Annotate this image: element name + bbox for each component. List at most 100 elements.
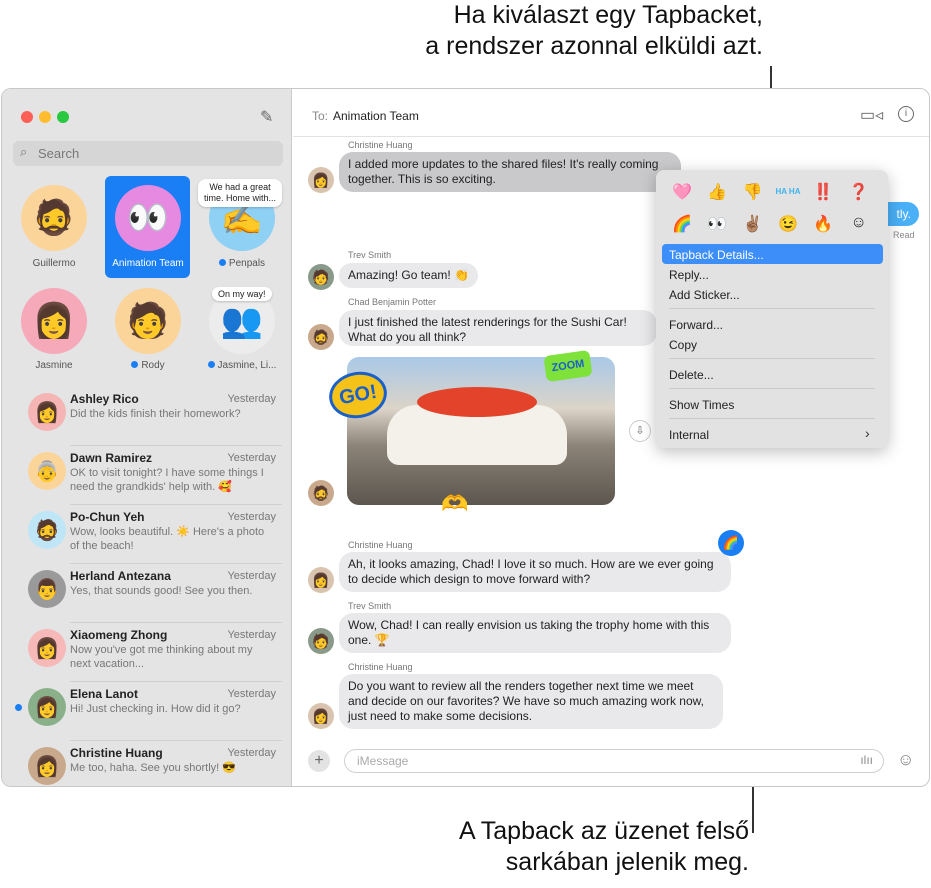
message-preview: Hi! Just checking in. How did it go? [70, 703, 241, 715]
sender-name: Chad Benjamin Potter [348, 297, 437, 307]
tapback-option[interactable]: 🌈 [666, 214, 698, 234]
conversation-row[interactable]: 👩 Ashley Rico Yesterday Did the kids fin… [2, 387, 292, 446]
menu-item-reply[interactable]: Reply... [669, 268, 709, 282]
tapback-option[interactable]: ✌🏽 [737, 214, 769, 234]
timestamp: Yesterday [227, 688, 276, 700]
avatar: 👩 [308, 567, 334, 593]
pinned-label: Animation Team [112, 258, 184, 269]
message-bubble[interactable]: Amazing! Go team! 👏 [339, 263, 478, 288]
zoom-button[interactable] [57, 111, 69, 123]
close-button[interactable] [21, 111, 33, 123]
menu-item-add-sticker[interactable]: Add Sticker... [669, 288, 740, 302]
tapback-option[interactable]: 👍 [701, 182, 733, 202]
message-input[interactable]: iMessage ılıı [344, 749, 884, 773]
conversation-row[interactable]: 🧔 Po-Chun Yeh Yesterday Wow, looks beaut… [2, 505, 292, 564]
tapback-picker: 🩷 👍 👎 HA HA ‼️ ❓ 🌈 👀 ✌🏽 😉 🔥 ☺ [666, 182, 878, 234]
message-preview: Yes, that sounds good! See you then. [70, 585, 253, 597]
avatar: 👩 [32, 302, 76, 340]
image-attachment[interactable] [347, 357, 615, 505]
callout-line: Ha kiválaszt egy Tapbacket, [453, 1, 763, 29]
callout-line: sarkában jelenik meg. [505, 848, 749, 876]
timestamp: Yesterday [227, 629, 276, 641]
avatar: 🧑 [126, 302, 170, 340]
timestamp: Yesterday [227, 747, 276, 759]
conversation-header: To: Animation Team ▭◃ i [293, 89, 929, 137]
timestamp: Yesterday [227, 452, 276, 464]
apps-plus-button[interactable]: + [308, 750, 330, 772]
avatar: 👥 [220, 302, 264, 340]
save-icon[interactable]: ⇩ [629, 420, 651, 442]
heart-hands-sticker[interactable]: 🫶 [441, 491, 468, 517]
tapback-option[interactable]: 😉 [772, 214, 804, 234]
tapback-option[interactable]: ❓ [843, 182, 875, 202]
unread-dot [218, 259, 226, 266]
audio-waveform-icon[interactable]: ılıı [860, 753, 873, 767]
pinned-label: Guillermo [32, 258, 76, 269]
avatar: 👀 [126, 199, 170, 237]
message-bubble[interactable]: I just finished the latest renderings fo… [339, 310, 657, 346]
sender-name: Christine Huang [348, 540, 413, 550]
pinned-label: Penpals [228, 258, 266, 269]
menu-item-forward[interactable]: Forward... [669, 318, 723, 332]
callout-line: a rendszer azonnal elküldi azt. [425, 32, 763, 60]
sender-name: Trev Smith [348, 601, 392, 611]
sender-name: Christine Huang [348, 662, 413, 672]
conversation-row[interactable]: 👨 Herland Antezana Yesterday Yes, that s… [2, 564, 292, 623]
search-input[interactable]: ⌕ Search [13, 141, 283, 166]
emoji-picker-icon[interactable]: ☺ [897, 750, 914, 770]
compose-icon[interactable]: ✎ [260, 107, 273, 127]
contact-name: Christine Huang [70, 746, 163, 760]
pinned-guillermo[interactable]: 🧔 [21, 185, 87, 251]
menu-separator [669, 358, 875, 359]
menu-item-tapback-details[interactable]: Tapback Details... [669, 248, 764, 262]
conversation-row[interactable]: 👩 Christine Huang Yesterday Me too, haha… [2, 741, 292, 786]
tapback-option[interactable]: HA HA [772, 182, 804, 202]
tapback-option[interactable]: 👀 [701, 214, 733, 234]
tapback-context-menu: 🩷 👍 👎 HA HA ‼️ ❓ 🌈 👀 ✌🏽 😉 🔥 ☺ Tapback Details... Re… [656, 170, 888, 448]
tapback-option[interactable]: 👎 [737, 182, 769, 202]
message-preview: Me too, haha. See you shortly! 😎 [70, 762, 236, 774]
message-preview: Wow, looks beautiful. ☀️ Here's a photo … [70, 526, 265, 552]
read-receipt: Read [893, 230, 915, 240]
pinned-preview-bubble: On my way! [212, 287, 272, 301]
message-placeholder: iMessage [357, 754, 409, 768]
tapback-option[interactable]: ☺ [843, 214, 875, 234]
menu-separator [669, 418, 875, 419]
pinned-jasmine[interactable]: 👩 [21, 288, 87, 354]
unread-dot [207, 361, 215, 368]
pinned-label: Jasmine [35, 360, 73, 371]
tapback-badge[interactable]: 🌈 [718, 530, 744, 556]
menu-item-delete[interactable]: Delete... [669, 368, 714, 382]
message-bubble[interactable]: I added more updates to the shared files… [339, 152, 681, 192]
conversation-row[interactable]: 👵 Dawn Ramirez Yesterday OK to visit ton… [2, 446, 292, 505]
avatar: 👩 [28, 629, 66, 667]
message-bubble[interactable]: Ah, it looks amazing, Chad! I love it so… [339, 552, 731, 592]
info-icon[interactable]: i [898, 106, 914, 122]
avatar: 👩 [28, 688, 66, 726]
message-bubble[interactable]: Wow, Chad! I can really envision us taki… [339, 613, 731, 653]
pinned-rody[interactable]: 🧑 [115, 288, 181, 354]
avatar: 👩 [308, 703, 334, 729]
tapback-option[interactable]: 🩷 [666, 182, 698, 202]
conversation-row[interactable]: 👩 Elena Lanot Yesterday Hi! Just checkin… [2, 682, 292, 741]
tapback-option[interactable]: ‼️ [807, 182, 839, 202]
avatar: 🧑 [308, 264, 334, 290]
menu-item-internal[interactable]: Internal [669, 428, 709, 442]
avatar: 👩 [28, 747, 66, 785]
unread-dot [131, 361, 139, 368]
conversation-row[interactable]: 👩 Xiaomeng Zhong Yesterday Now you've go… [2, 623, 292, 682]
avatar: 👩 [308, 167, 334, 193]
minimize-button[interactable] [39, 111, 51, 123]
tapback-option[interactable]: 🔥 [807, 214, 839, 234]
contact-name: Po-Chun Yeh [70, 510, 145, 524]
sender-name: Trev Smith [348, 250, 392, 260]
unread-dot [15, 704, 22, 711]
pinned-label: Jasmine, Li... [217, 360, 277, 371]
pinned-animation-team[interactable]: 👀 [115, 185, 181, 251]
message-bubble[interactable]: Do you want to review all the renders to… [339, 674, 723, 729]
contact-name: Dawn Ramirez [70, 451, 153, 465]
sidebar: ✎ ⌕ Search 🧔 Guillermo 👀 Animation Team ✍… [2, 89, 292, 786]
video-call-icon[interactable]: ▭◃ [860, 105, 883, 125]
menu-item-show-times[interactable]: Show Times [669, 398, 734, 412]
menu-item-copy[interactable]: Copy [669, 338, 697, 352]
